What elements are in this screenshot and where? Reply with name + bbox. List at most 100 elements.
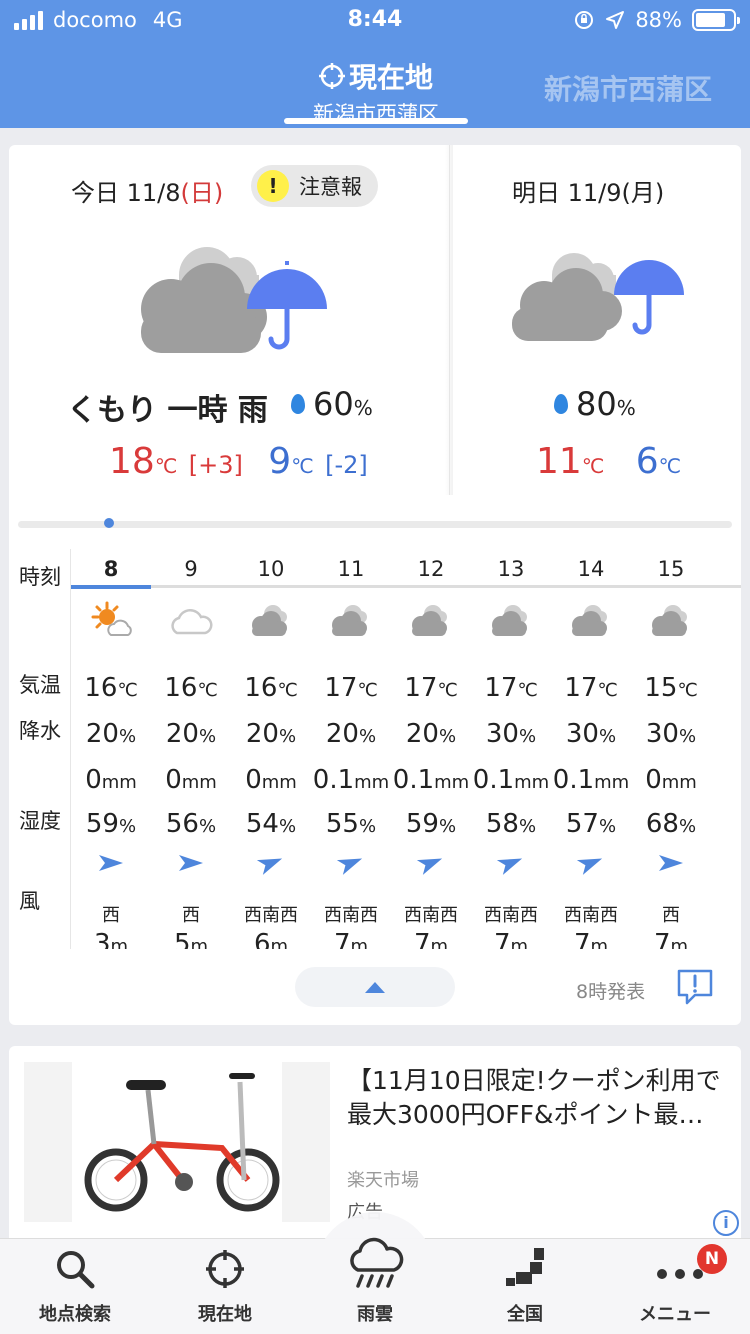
hour-speed-value: 3 — [93, 929, 111, 949]
today-pop-value: 60 — [313, 385, 354, 423]
hour-humidity: 59% — [391, 809, 471, 839]
tomorrow-temps: 11℃ 6℃ — [536, 441, 681, 482]
hour-pop-value: 30 — [485, 719, 519, 749]
tomorrow-date-value: 11/9 — [567, 179, 622, 207]
hour-pop-value: 30 — [645, 719, 679, 749]
hour-amount-unit: mm — [514, 772, 550, 793]
collapse-button[interactable] — [295, 967, 455, 1007]
hour-temp: 17℃ — [311, 673, 391, 703]
hour-temp-unit: ℃ — [677, 680, 698, 701]
hourly-columns[interactable]: 8 16℃ 20% 0mm 59% 西 3m 9 16℃ 20% 0mm 56% 西 5m 10 16℃ 20%… — [71, 549, 741, 949]
hour-speed-unit: m — [670, 936, 689, 949]
tomorrow-low: 6 — [635, 441, 659, 482]
hour-temp-value: 17 — [484, 673, 518, 703]
tomorrow-high-unit: ℃ — [581, 454, 605, 478]
hour-pop-unit: % — [118, 726, 137, 747]
cloudy-then-rain-icon — [141, 247, 327, 353]
hour-temp: 17℃ — [471, 673, 551, 703]
today-low: 9 — [268, 441, 292, 482]
feedback-icon[interactable] — [675, 967, 715, 1007]
tomorrow-pop-value: 80 — [576, 385, 617, 423]
today-low-unit: ℃ — [291, 454, 314, 478]
hour-humidity: 54% — [231, 809, 311, 839]
hour-temp-unit: ℃ — [197, 680, 218, 701]
wind-arrow-icon — [496, 858, 523, 875]
hour-temp-unit: ℃ — [597, 680, 618, 701]
hourly-scroll-thumb[interactable] — [104, 518, 114, 528]
hour-temp-value: 16 — [84, 673, 118, 703]
hour-pop: 20% — [311, 719, 391, 749]
tab-current-location[interactable]: 現在地 新潟市西蒲区 — [284, 56, 468, 128]
map-japan-icon — [506, 1248, 544, 1286]
tomorrow-date: 明日 11/9(月) — [512, 173, 664, 208]
hour-humidity-value: 59 — [85, 809, 119, 839]
hour-precip-amount: 0mm — [631, 765, 711, 795]
weather-alert-badge[interactable]: ! 注意報 — [251, 165, 378, 207]
today-date-value: 11/8 — [126, 179, 181, 207]
hour-pop: 30% — [471, 719, 551, 749]
rain-cloud-icon — [350, 1237, 404, 1288]
hour-humidity-unit: % — [118, 816, 137, 837]
wind-arrow-icon — [99, 855, 123, 871]
hour-pop-value: 30 — [565, 719, 599, 749]
app-header: docomo 4G 8:44 88% 現在地 新潟市西蒲区 新潟市西蒲区 — [0, 0, 750, 128]
alert-icon: ! — [257, 170, 289, 202]
hour-humidity: 57% — [551, 809, 631, 839]
ad-image[interactable] — [24, 1062, 330, 1222]
today-high-unit: ℃ — [154, 454, 178, 478]
hour-amount-unit: mm — [594, 772, 630, 793]
tomorrow-label: 明日 — [512, 179, 560, 207]
hourly-forecast-table[interactable]: 時刻 気温 降水 湿度 風 8 16℃ 20% 0mm 59% 西 3m 9 16℃ 20% 0mm… — [9, 549, 741, 949]
hour-humidity-value: 68 — [645, 809, 679, 839]
hour-pop: 30% — [631, 719, 711, 749]
hour-temp-value: 16 — [244, 673, 278, 703]
hour-pop-value: 20 — [325, 719, 359, 749]
today-pop-unit: % — [353, 396, 373, 420]
hour-label: 11 — [337, 557, 365, 581]
hour-precip-amount: 0mm — [231, 765, 311, 795]
hour-humidity-value: 59 — [405, 809, 439, 839]
hour-speed-value: 5 — [173, 929, 191, 949]
hour-speed-unit: m — [430, 936, 449, 949]
hour-wind-direction: 西南西 — [564, 905, 618, 926]
hour-amount-value: 0 — [165, 765, 182, 795]
row-label-time: 時刻 — [19, 565, 61, 589]
tomorrow-forecast[interactable]: 明日 11/9(月) 80% 11℃ 6℃ — [449, 145, 741, 495]
hour-temp-value: 17 — [324, 673, 358, 703]
wind-arrow-icon — [256, 858, 283, 875]
ad-info-icon[interactable]: i — [713, 1210, 739, 1236]
hour-label: 12 — [417, 557, 445, 581]
rotation-lock-icon — [575, 11, 594, 29]
hour-humidity: 55% — [311, 809, 391, 839]
raindrop-icon — [291, 394, 305, 414]
nav-label: 全国 — [507, 1304, 543, 1325]
row-label-wind: 風 — [19, 889, 40, 913]
search-icon — [57, 1251, 95, 1289]
hour-wind-direction: 西南西 — [324, 905, 378, 926]
hour-temp: 15℃ — [631, 673, 711, 703]
hour-speed-value: 7 — [493, 929, 511, 949]
hour-humidity-unit: % — [198, 816, 217, 837]
status-bar: docomo 4G 8:44 88% — [0, 0, 750, 42]
hour-humidity-value: 56 — [165, 809, 199, 839]
hour-precip-amount: 0.1mm — [551, 765, 631, 795]
hour-amount-unit: mm — [261, 772, 297, 793]
hour-temp-unit: ℃ — [117, 680, 138, 701]
hour-humidity-unit: % — [518, 816, 537, 837]
hour-speed-unit: m — [590, 936, 609, 949]
hour-speed-unit: m — [190, 936, 209, 949]
today-forecast[interactable]: 今日 11/8(日) ! 注意報 くもり 一時 雨 60% 18℃ [+3] 9… — [9, 145, 449, 495]
hour-speed-unit: m — [350, 936, 369, 949]
hour-amount-value: 0 — [85, 765, 102, 795]
hour-humidity-value: 55 — [325, 809, 359, 839]
hour-label: 9 — [184, 557, 198, 581]
hour-temp-value: 15 — [644, 673, 678, 703]
hour-wind-speed: 7m — [551, 929, 631, 949]
ad-title[interactable]: 【11月10日限定!クーポン利用で最大3000円OFF&ポイント最… — [347, 1064, 727, 1132]
hourly-scroll-track[interactable] — [18, 521, 732, 528]
hour-amount-unit: mm — [181, 772, 217, 793]
nav-label: 現在地 — [198, 1304, 252, 1325]
hour-pop-value: 20 — [245, 719, 279, 749]
tab-next-location[interactable]: 新潟市西蒲区 — [544, 68, 712, 108]
hour-precip-amount: 0.1mm — [471, 765, 551, 795]
